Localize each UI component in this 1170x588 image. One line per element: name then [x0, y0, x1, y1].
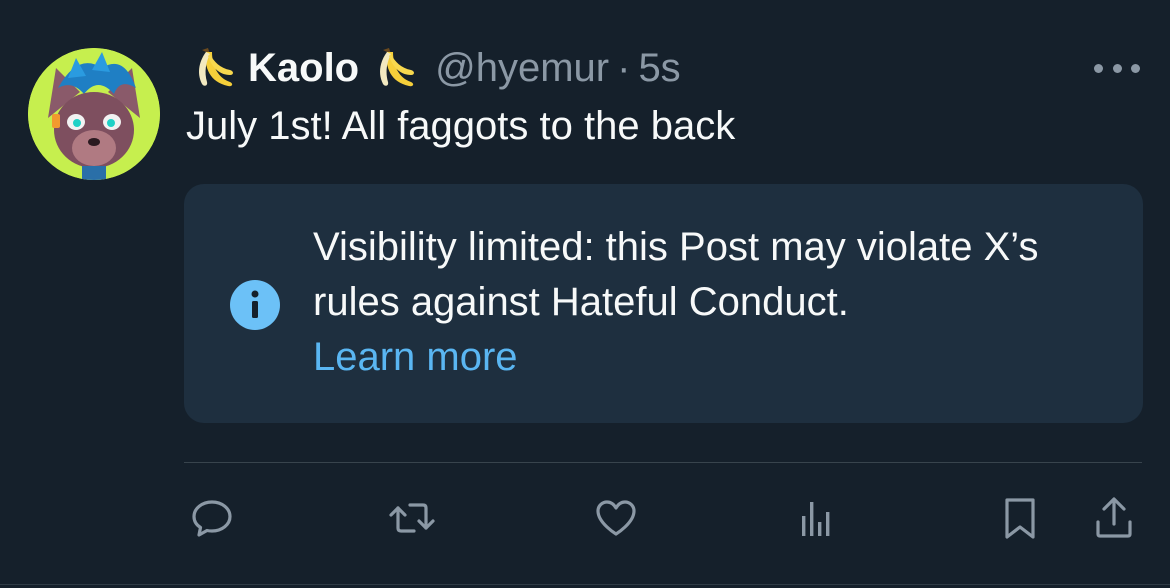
like-button[interactable]	[586, 488, 646, 548]
bookmark-button[interactable]	[990, 488, 1050, 548]
reply-button[interactable]	[182, 488, 242, 548]
author-handle[interactable]: @hyemur	[435, 46, 609, 91]
visibility-notice: Visibility limited: this Post may violat…	[184, 184, 1143, 423]
post-timestamp[interactable]: 5s	[638, 46, 680, 91]
info-icon	[228, 278, 282, 332]
divider	[184, 462, 1142, 463]
post-header: Kaolo @hyemur · 5s	[188, 40, 681, 96]
post: Kaolo @hyemur · 5s July 1st! All faggots…	[0, 0, 1170, 588]
views-button[interactable]	[786, 488, 846, 548]
notice-message: Visibility limited: this Post may violat…	[313, 225, 1039, 324]
learn-more-link[interactable]: Learn more	[313, 330, 518, 385]
analytics-icon	[802, 502, 830, 536]
bookmark-icon	[1005, 498, 1035, 539]
banana-icon	[188, 42, 240, 94]
more-options-button[interactable]	[1094, 56, 1140, 80]
share-button[interactable]	[1084, 488, 1144, 548]
avatar[interactable]	[28, 48, 160, 180]
header-separator: ·	[617, 45, 631, 90]
author-display-name[interactable]: Kaolo	[248, 46, 359, 91]
banana-icon	[369, 42, 421, 94]
post-text: July 1st! All faggots to the back	[186, 104, 736, 148]
more-dot-icon	[1131, 63, 1140, 73]
comment-icon	[192, 500, 232, 537]
post-bottom-border	[0, 584, 1170, 585]
more-dot-icon	[1112, 63, 1122, 73]
repost-icon	[389, 503, 435, 533]
more-dot-icon	[1094, 63, 1103, 73]
avatar-image	[28, 48, 160, 180]
heart-icon	[596, 500, 636, 536]
post-actions	[0, 488, 1170, 548]
repost-button[interactable]	[382, 488, 442, 548]
share-icon	[1096, 497, 1132, 538]
notice-message-block: Visibility limited: this Post may violat…	[313, 220, 1113, 385]
